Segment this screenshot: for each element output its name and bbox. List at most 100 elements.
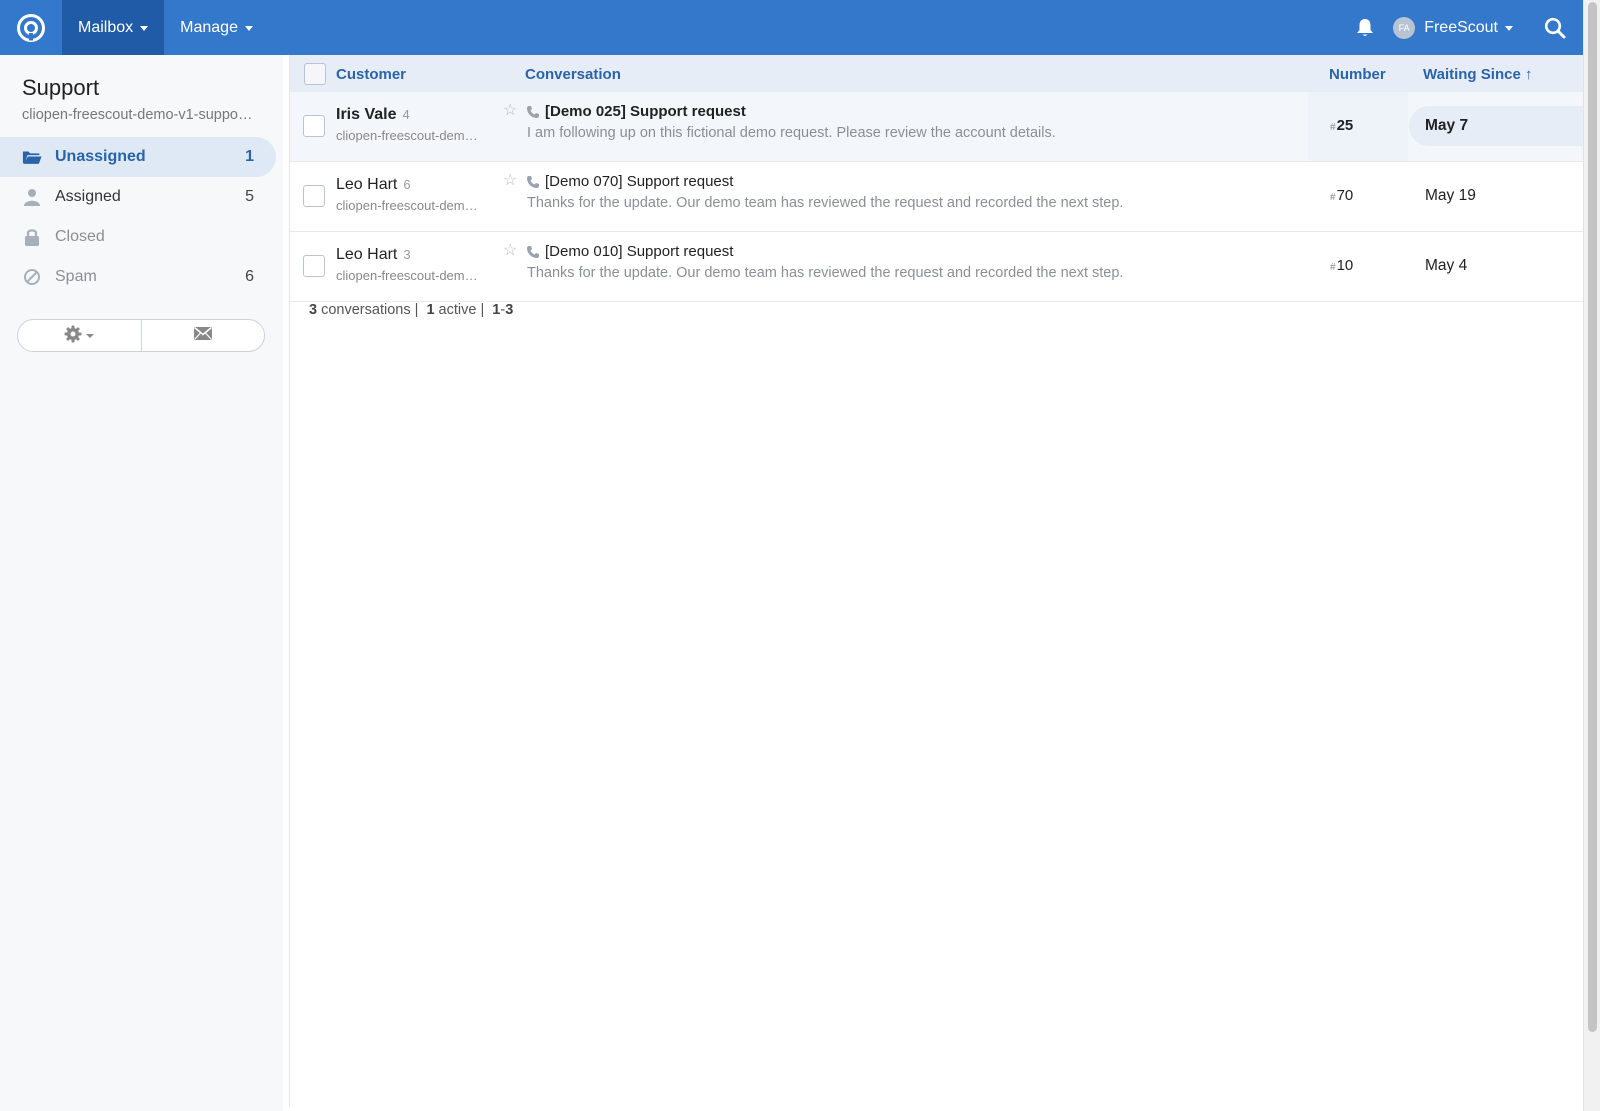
folder-unassigned[interactable]: Unassigned 1 — [0, 137, 276, 177]
folder-count: 6 — [245, 268, 254, 285]
list-summary: 3 conversations | 1 active | 1-3 — [309, 302, 514, 318]
user-menu[interactable]: FA FreeScout — [1393, 16, 1527, 39]
top-navbar: Mailbox Manage FA FreeScout — [0, 0, 1583, 55]
hash-icon: # — [1330, 122, 1336, 133]
table-row[interactable]: Leo Hart 6 cliopen-freescout-demo@example… — [290, 162, 1583, 232]
customer-name[interactable]: Leo Hart 3 — [336, 246, 411, 264]
row-checkbox[interactable] — [303, 115, 325, 137]
number-text: 25 — [1336, 117, 1354, 134]
gear-icon — [64, 325, 82, 347]
page-scrollbar[interactable] — [1583, 0, 1600, 1111]
row-checkbox[interactable] — [303, 255, 325, 277]
phone-icon — [526, 175, 540, 189]
mailbox-settings-button[interactable] — [18, 320, 141, 351]
conversation-preview: Thanks for the update. Our demo team has… — [527, 265, 1124, 281]
phone-icon — [526, 105, 540, 119]
column-waiting-since[interactable]: Waiting Since ↑ — [1423, 66, 1532, 83]
number-text: 10 — [1336, 257, 1354, 274]
conversation-subject[interactable]: [Demo 070] Support request — [526, 173, 733, 190]
folder-count: 1 — [245, 148, 254, 165]
conversation-subject[interactable]: [Demo 010] Support request — [526, 243, 733, 260]
lock-icon — [22, 227, 42, 247]
nav-mailbox-label: Mailbox — [78, 18, 134, 36]
number-cell-bg — [1308, 92, 1408, 161]
table-row[interactable]: Iris Vale 4 cliopen-freescout-demo@exampl… — [290, 92, 1584, 162]
avatar: FA — [1393, 16, 1416, 39]
mailbox-title: Support — [22, 75, 100, 100]
user-name: FreeScout — [1424, 18, 1498, 36]
total-count: 3 — [309, 302, 318, 318]
folder-label: Assigned — [55, 188, 121, 205]
star-icon[interactable]: ☆ — [503, 240, 517, 260]
total-label: conversations — [321, 302, 411, 318]
folder-label: Unassigned — [55, 148, 146, 165]
chevron-down-icon — [244, 26, 253, 31]
new-conversation-button[interactable] — [140, 320, 265, 351]
column-conversation[interactable]: Conversation — [525, 66, 621, 83]
conversation-number: #70 — [1330, 187, 1353, 204]
active-label: active — [438, 302, 477, 318]
number-cell-bg — [1308, 162, 1408, 231]
customer-email: cliopen-freescout-demo@example.com — [336, 268, 481, 283]
date-text: May 7 — [1425, 117, 1469, 134]
scrollbar-thumb[interactable] — [1588, 2, 1597, 1032]
conversation-list-panel: Customer Conversation Number Waiting Sin… — [289, 55, 1584, 1107]
chevron-down-icon — [86, 333, 95, 338]
table-row[interactable]: Leo Hart 3 cliopen-freescout-demo@example… — [290, 232, 1583, 302]
conversation-number: #25 — [1330, 117, 1353, 134]
folder-label: Closed — [55, 228, 105, 245]
row-checkbox[interactable] — [303, 185, 325, 207]
subject-text: [Demo 025] Support request — [545, 103, 746, 120]
conversation-subject[interactable]: [Demo 025] Support request — [526, 103, 746, 120]
star-icon[interactable]: ☆ — [503, 100, 517, 120]
user-icon — [22, 187, 42, 207]
nav-right-group: FA FreeScout — [1337, 0, 1583, 55]
folder-list: Unassigned 1 Assigned 5 Closed Spam 6 — [0, 137, 276, 297]
ban-icon — [22, 267, 42, 287]
search-icon[interactable] — [1527, 0, 1583, 55]
subject-text: [Demo 010] Support request — [545, 243, 734, 260]
mailbox-email: cliopen-freescout-demo-v1-support@exampl… — [22, 107, 254, 123]
folder-open-icon — [22, 147, 42, 167]
hash-icon: # — [1330, 262, 1336, 273]
date-text: May 19 — [1425, 187, 1476, 204]
sidebar-actions — [17, 319, 265, 352]
phone-icon — [526, 245, 540, 259]
customer-email: cliopen-freescout-demo@example.com — [336, 128, 481, 143]
chevron-down-icon — [140, 26, 149, 31]
freescout-logo-icon[interactable] — [0, 0, 62, 55]
customer-email: cliopen-freescout-demo@example.com — [336, 198, 481, 213]
waiting-since-date: May 4 — [1409, 246, 1584, 286]
folder-assigned[interactable]: Assigned 5 — [0, 177, 276, 217]
nav-mailbox-menu[interactable]: Mailbox — [62, 0, 165, 55]
range-end: 3 — [505, 302, 514, 318]
nav-manage-menu[interactable]: Manage — [164, 0, 269, 55]
star-icon[interactable]: ☆ — [503, 170, 517, 190]
folder-closed[interactable]: Closed — [0, 217, 276, 257]
conversation-number: #10 — [1330, 257, 1353, 274]
customer-name-text: Leo Hart — [336, 176, 398, 193]
mailbox-sidebar: Support cliopen-freescout-demo-v1-suppor… — [0, 55, 283, 1111]
column-number[interactable]: Number — [1329, 66, 1386, 83]
conversation-preview: I am following up on this fictional demo… — [527, 125, 1056, 141]
hash-icon: # — [1330, 192, 1336, 203]
active-count: 1 — [426, 302, 435, 318]
customer-thread-count: 4 — [402, 107, 410, 122]
customer-name[interactable]: Iris Vale 4 — [336, 106, 410, 124]
column-customer[interactable]: Customer — [336, 66, 406, 83]
customer-thread-count: 6 — [403, 177, 411, 192]
subject-text: [Demo 070] Support request — [545, 173, 734, 190]
folder-spam[interactable]: Spam 6 — [0, 257, 276, 297]
select-all-checkbox[interactable] — [304, 63, 326, 85]
envelope-icon — [193, 326, 213, 345]
number-cell-bg — [1308, 232, 1408, 301]
folder-label: Spam — [55, 268, 97, 285]
conversation-preview: Thanks for the update. Our demo team has… — [527, 195, 1124, 211]
folder-count: 5 — [245, 188, 254, 205]
number-text: 70 — [1336, 187, 1354, 204]
notifications-bell-icon[interactable] — [1337, 0, 1393, 55]
waiting-since-date: May 7 — [1409, 106, 1584, 146]
customer-name-text: Leo Hart — [336, 246, 398, 263]
customer-name[interactable]: Leo Hart 6 — [336, 176, 411, 194]
customer-thread-count: 3 — [403, 247, 411, 262]
